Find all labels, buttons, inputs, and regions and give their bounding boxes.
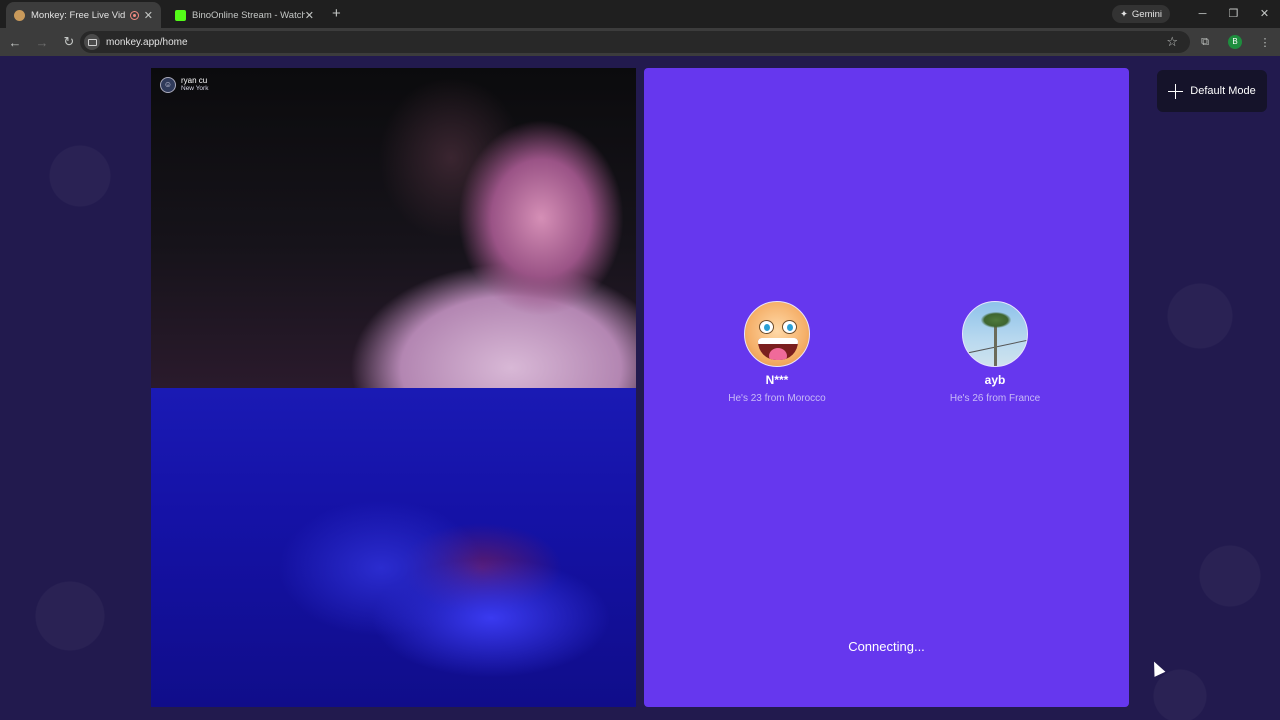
collapse-icon — [1168, 84, 1184, 99]
candidate-card[interactable]: ayb He's 26 from France — [905, 301, 1085, 404]
match-panel: N*** He's 23 from Morocco ayb He's 26 fr… — [644, 68, 1129, 707]
restore-icon[interactable]: ❐ — [1218, 0, 1249, 28]
reload-icon[interactable]: ↻ — [57, 34, 81, 50]
candidate-name: ayb — [984, 373, 1006, 387]
menu-kebab-icon[interactable]: ⋮ — [1250, 36, 1280, 49]
back-icon[interactable]: ← — [3, 35, 27, 50]
partner-location: New York — [181, 85, 209, 92]
url-text: monkey.app/home — [106, 36, 188, 48]
candidate-info: He's 26 from France — [949, 393, 1041, 404]
close-tab-icon[interactable]: ✕ — [144, 9, 153, 22]
tab-title: Monkey: Free Live Video Ch — [31, 9, 125, 21]
tab-monkey[interactable]: Monkey: Free Live Video Ch ✕ — [6, 2, 161, 28]
partner-text: ryan cu New York — [181, 76, 208, 93]
window-controls: ─ ❐ ✕ — [1187, 0, 1280, 28]
toolbar-right: ⧉ B ⋮ — [1190, 28, 1280, 56]
candidate-info: He's 23 from Morocco — [728, 393, 826, 404]
monkey-favicon-icon — [14, 9, 25, 21]
gemini-icon: ✦ — [1119, 8, 1128, 20]
palm-tree-avatar — [962, 301, 1028, 367]
browser-toolbar: ← → ↻ monkey.app/home ☆ ⧉ B ⋮ — [0, 28, 1280, 56]
candidate-name: N*** — [765, 373, 789, 387]
minimize-icon[interactable]: ─ — [1187, 0, 1218, 28]
connecting-status: Connecting... — [848, 639, 925, 654]
profile-avatar[interactable]: B — [1228, 35, 1242, 49]
partner-name: ryan cu — [181, 76, 208, 85]
screen-cast-icon[interactable]: ⧉ — [1190, 36, 1220, 49]
default-mode-button[interactable]: Default Mode — [1157, 70, 1267, 112]
browser-tab-bar: Monkey: Free Live Video Ch ✕ BinoOnline … — [0, 0, 1280, 28]
address-bar[interactable]: monkey.app/home ☆ — [80, 31, 1190, 53]
partner-info-chip[interactable]: ☺ ryan cu New York — [160, 76, 208, 93]
mouse-cursor-icon — [1148, 659, 1166, 677]
gemini-button[interactable]: ✦ Gemini — [1111, 5, 1170, 23]
gemini-label: Gemini — [1131, 8, 1162, 20]
recording-icon — [129, 10, 139, 20]
kick-favicon-icon — [175, 9, 186, 21]
monkey-page: ☺ ryan cu New York N*** He's 23 from Mor… — [0, 56, 1280, 720]
partner-video: ☺ ryan cu New York — [151, 68, 636, 388]
tab-title: BinoOnline Stream - Watch Live — [192, 9, 305, 21]
self-video — [151, 388, 636, 707]
partner-avatar: ☺ — [160, 76, 176, 93]
close-tab-icon[interactable]: ✕ — [305, 9, 314, 22]
bookmark-star-icon[interactable]: ☆ — [1166, 34, 1178, 50]
new-tab-button[interactable]: + — [322, 2, 351, 28]
candidate-card[interactable]: N*** He's 23 from Morocco — [687, 301, 867, 404]
laughing-face-avatar — [744, 301, 810, 367]
site-info-icon[interactable] — [84, 34, 100, 50]
forward-icon[interactable]: → — [30, 35, 54, 50]
tab-binoonline[interactable]: BinoOnline Stream - Watch Live ✕ — [167, 2, 322, 28]
mode-label: Default Mode — [1190, 85, 1256, 97]
close-window-icon[interactable]: ✕ — [1249, 0, 1280, 28]
